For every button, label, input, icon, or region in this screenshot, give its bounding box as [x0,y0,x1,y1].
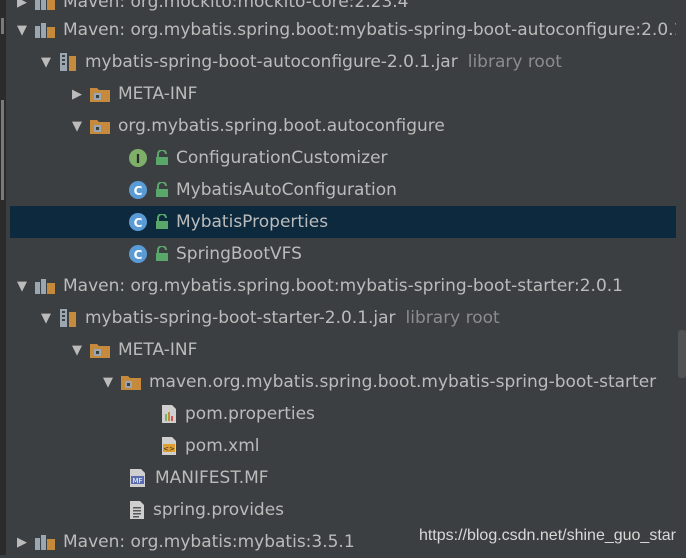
folder-icon [89,341,111,359]
text-file-icon [128,500,146,520]
interface-icon: I [128,148,148,168]
tree-row-autoconfigure-library[interactable]: ▼ Maven: org.mybatis.spring.boot:mybatis… [10,14,676,46]
tree-row-label: Maven: org.mybatis.spring.boot:mybatis-s… [63,276,623,296]
scrollbar-thumb[interactable] [678,330,686,378]
tree-row-package[interactable]: ▼ org.mybatis.spring.boot.autoconfigure [10,110,676,142]
library-root-hint: library root [467,52,562,72]
chevron-down-icon[interactable]: ▼ [10,274,34,298]
folder-icon [89,85,111,103]
xml-file-icon: <> [160,436,178,456]
svg-text:MF: MF [132,477,142,485]
tree-row-label: META-INF [118,340,198,360]
unlock-icon [155,246,169,262]
chevron-right-icon[interactable]: ▶ [10,0,34,14]
library-icon [34,0,56,11]
tree-row-file[interactable]: MF MANIFEST.MF [10,462,676,494]
library-icon [34,533,56,551]
folder-icon [120,373,142,391]
project-tree[interactable]: ▶ Maven: org.mockito:mockito-core:2.23.4… [10,0,676,555]
manifest-file-icon: MF [128,468,148,488]
tree-row-label: MybatisProperties [176,212,329,232]
tree-row-label: Maven: org.mybatis:mybatis:3.5.1 [63,532,355,552]
chevron-down-icon[interactable]: ▼ [96,370,120,394]
tree-row-file[interactable]: pom.properties [10,398,676,430]
tree-row-label: SpringBootVFS [176,244,302,264]
tree-row-meta-inf[interactable]: ▼ META-INF [10,334,676,366]
chevron-right-icon[interactable]: ▶ [10,530,34,554]
tree-row-label: MybatisAutoConfiguration [176,180,397,200]
tree-row-class[interactable]: C SpringBootVFS [10,238,676,270]
tree-row-label: org.mybatis.spring.boot.autoconfigure [118,116,445,136]
class-icon: C [128,212,148,232]
tree-row-autoconfigure-jar[interactable]: ▼ mybatis-spring-boot-autoconfigure-2.0.… [10,46,676,78]
tree-row-class-selected[interactable]: C MybatisProperties [10,206,676,238]
library-icon [34,21,56,39]
class-icon: C [128,180,148,200]
svg-text:C: C [134,216,143,230]
jar-icon [58,308,78,328]
tree-row-label: pom.xml [185,436,260,456]
chevron-down-icon[interactable]: ▼ [10,18,34,42]
strip-mark [1,18,4,34]
unlock-icon [155,182,169,198]
tree-row-label: mybatis-spring-boot-autoconfigure-2.0.1.… [85,52,458,72]
chevron-down-icon[interactable]: ▼ [65,338,89,362]
tree-row-starter-library[interactable]: ▼ Maven: org.mybatis.spring.boot:mybatis… [10,270,676,302]
unlock-icon [155,150,169,166]
svg-text:C: C [134,184,143,198]
tree-row-label: Maven: org.mockito:mockito-core:2.23.4 [63,0,409,12]
chevron-down-icon[interactable]: ▼ [65,114,89,138]
tree-row-maven-folder[interactable]: ▼ maven.org.mybatis.spring.boot.mybatis-… [10,366,676,398]
tree-row-label: mybatis-spring-boot-starter-2.0.1.jar [85,308,396,328]
chevron-down-icon[interactable]: ▼ [34,306,58,330]
library-icon [34,277,56,295]
svg-text:C: C [134,248,143,262]
package-icon [89,117,111,135]
left-tool-strip [0,0,6,555]
tree-row-label: MANIFEST.MF [155,468,269,488]
tree-row-label: maven.org.mybatis.spring.boot.mybatis-sp… [149,372,657,392]
tree-row-label: ConfigurationCustomizer [176,148,388,168]
tree-row-meta-inf[interactable]: ▶ META-INF [10,78,676,110]
tree-row-file[interactable]: <> pom.xml [10,430,676,462]
tree-row-label: Maven: org.mybatis.spring.boot:mybatis-s… [63,20,676,40]
chevron-down-icon[interactable]: ▼ [34,50,58,74]
unlock-icon [155,214,169,230]
svg-text:<>: <> [163,445,175,453]
properties-file-icon [160,404,178,424]
tree-row-label: META-INF [118,84,198,104]
tree-row-class[interactable]: C MybatisAutoConfiguration [10,174,676,206]
jar-icon [58,52,78,72]
watermark: https://blog.csdn.net/shine_guo_star [418,527,676,544]
tree-row-label: pom.properties [185,404,315,424]
tree-row-label: spring.provides [153,500,285,520]
tree-row-starter-jar[interactable]: ▼ mybatis-spring-boot-starter-2.0.1.jar … [10,302,676,334]
strip-mark [1,100,4,200]
class-icon: C [128,244,148,264]
svg-text:I: I [136,152,140,166]
chevron-right-icon[interactable]: ▶ [65,82,89,106]
library-root-hint: library root [405,308,500,328]
tree-row-interface[interactable]: I ConfigurationCustomizer [10,142,676,174]
tree-row-file[interactable]: spring.provides [10,494,676,526]
